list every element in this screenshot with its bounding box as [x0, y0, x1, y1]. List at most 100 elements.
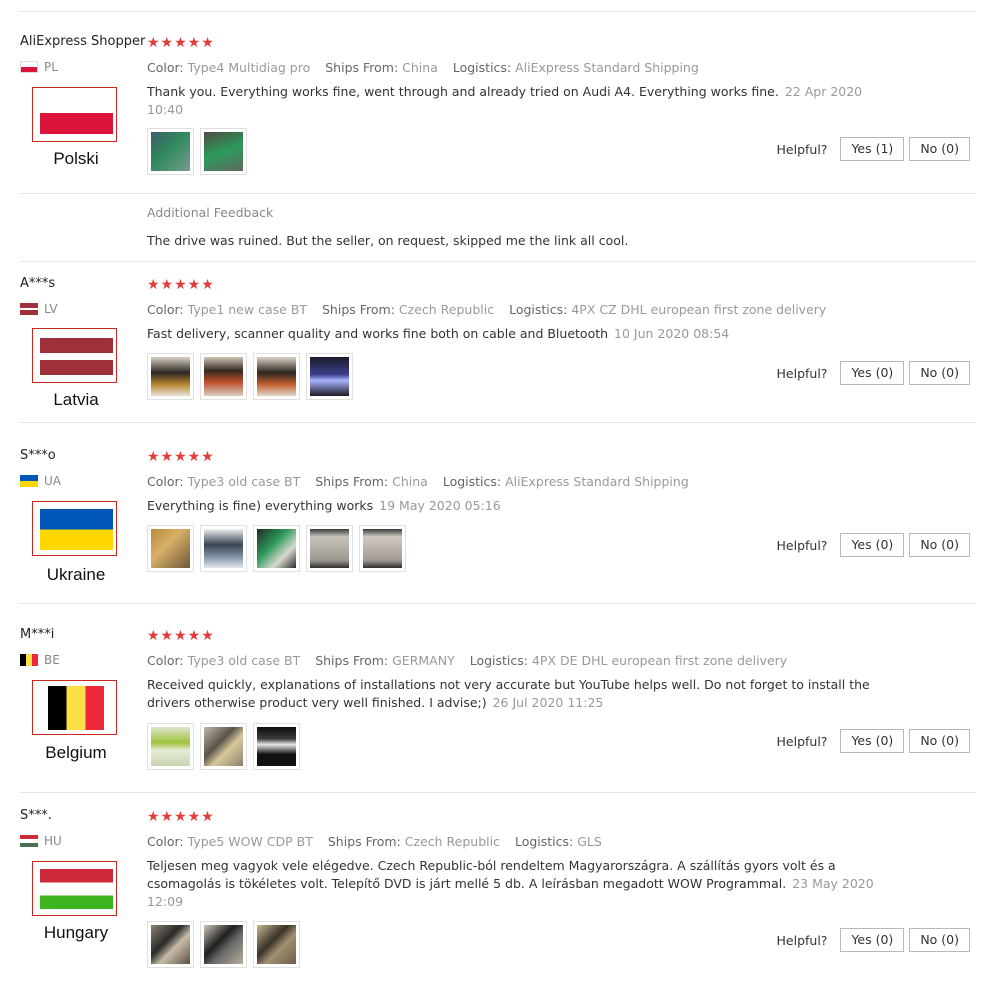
- helpful-yes-button[interactable]: Yes (0): [840, 361, 905, 385]
- helpful-no-button[interactable]: No (0): [909, 928, 970, 952]
- review-meta: Color: Type1 new case BT Ships From: Cze…: [147, 302, 827, 317]
- helpful-label: Helpful?: [776, 365, 828, 381]
- helpful-yes-button[interactable]: Yes (1): [840, 137, 905, 161]
- review-text: Everything is fine) everything works 19 M…: [147, 498, 501, 513]
- review-text: Received quickly, explanations of instal…: [147, 677, 870, 710]
- additional-feedback-label: Additional Feedback: [147, 205, 274, 220]
- review-divider: [20, 261, 976, 262]
- review-photos: [147, 921, 306, 972]
- flag-ua-icon: [40, 509, 113, 550]
- review-photos: [147, 128, 253, 179]
- helpful-yes-button[interactable]: Yes (0): [840, 533, 905, 557]
- review-photo[interactable]: [306, 525, 353, 572]
- flag-highlight-box: [32, 680, 117, 735]
- review-photo[interactable]: [147, 525, 194, 572]
- flag-highlight-box: [32, 501, 117, 556]
- divider: [20, 193, 976, 194]
- reviewer-country: HU: [20, 834, 62, 848]
- flag-hu-icon: [20, 835, 38, 847]
- country-name: Ukraine: [46, 565, 106, 584]
- top-divider: [20, 11, 976, 12]
- helpful-no-button[interactable]: No (0): [909, 361, 970, 385]
- review-divider: [20, 603, 976, 604]
- helpful-yes-button[interactable]: Yes (0): [840, 928, 905, 952]
- helpful-section: Helpful? Yes (0) No (0): [777, 928, 970, 952]
- helpful-section: Helpful? Yes (0) No (0): [777, 533, 970, 557]
- flag-ua-icon: [20, 475, 38, 487]
- review-photo[interactable]: [200, 525, 247, 572]
- review-photo[interactable]: [253, 353, 300, 400]
- helpful-section: Helpful? Yes (1) No (0): [777, 137, 970, 161]
- country-code: UA: [44, 474, 61, 488]
- helpful-no-button[interactable]: No (0): [909, 137, 970, 161]
- review-photo[interactable]: [200, 723, 247, 770]
- country-name: Latvia: [53, 390, 99, 409]
- review-meta: Color: Type4 Multidiag pro Ships From: C…: [147, 60, 699, 75]
- helpful-section: Helpful? Yes (0) No (0): [777, 361, 970, 385]
- reviewer-name: AliExpress Shopper: [20, 34, 146, 49]
- flag-pl-icon: [20, 61, 38, 73]
- reviewer-country: UA: [20, 474, 61, 488]
- review-photo[interactable]: [253, 723, 300, 770]
- star-rating: ★★★★★: [147, 277, 215, 293]
- star-rating: ★★★★★: [147, 449, 215, 465]
- review-photo[interactable]: [200, 128, 247, 175]
- helpful-yes-button[interactable]: Yes (0): [840, 729, 905, 753]
- review-photo[interactable]: [359, 525, 406, 572]
- additional-feedback-text: The drive was ruined. But the seller, on…: [147, 233, 629, 248]
- reviewer-name: A***s: [20, 276, 56, 291]
- helpful-label: Helpful?: [776, 733, 828, 749]
- star-rating: ★★★★★: [147, 35, 215, 51]
- reviewer-country: LV: [20, 302, 58, 316]
- flag-highlight-box: [32, 87, 117, 142]
- flag-highlight-box: [32, 328, 117, 383]
- review-photo[interactable]: [147, 723, 194, 770]
- review-photo[interactable]: [147, 128, 194, 175]
- review-meta: Color: Type3 old case BT Ships From: GER…: [147, 653, 788, 668]
- review-meta: Color: Type5 WOW CDP BT Ships From: Czec…: [147, 834, 602, 849]
- review-photos: [147, 525, 412, 576]
- country-code: BE: [44, 653, 60, 667]
- review-date: 26 Jul 2020 11:25: [492, 695, 604, 710]
- flag-lv-icon: [40, 338, 113, 375]
- country-code: PL: [44, 60, 58, 74]
- country-code: LV: [44, 302, 58, 316]
- review-meta: Color: Type3 old case BT Ships From: Chi…: [147, 474, 689, 489]
- review-text: Fast delivery, scanner quality and works…: [147, 326, 730, 341]
- review-photo[interactable]: [147, 353, 194, 400]
- review-text: Teljesen meg vagyok vele elégedve. Czech…: [147, 858, 874, 909]
- reviewer-country: PL: [20, 60, 58, 74]
- helpful-no-button[interactable]: No (0): [909, 533, 970, 557]
- reviewer-country: BE: [20, 653, 60, 667]
- review-photos: [147, 723, 306, 774]
- review-divider: [20, 792, 976, 793]
- flag-lv-icon: [20, 303, 38, 315]
- flag-highlight-box: [32, 861, 117, 916]
- flag-be-icon: [20, 654, 38, 666]
- reviewer-name: M***i: [20, 627, 55, 642]
- review-photo[interactable]: [200, 353, 247, 400]
- country-code: HU: [44, 834, 62, 848]
- helpful-label: Helpful?: [776, 932, 828, 948]
- review-date: 10 Jun 2020 08:54: [614, 326, 730, 341]
- country-name: Hungary: [43, 923, 109, 942]
- review-photo[interactable]: [200, 921, 247, 968]
- review-text: Thank you. Everything works fine, went t…: [147, 84, 863, 117]
- flag-pl-icon: [40, 96, 113, 134]
- country-name: Polski: [53, 149, 99, 168]
- flag-be-icon: [48, 686, 104, 730]
- helpful-section: Helpful? Yes (0) No (0): [777, 729, 970, 753]
- helpful-label: Helpful?: [776, 537, 828, 553]
- star-rating: ★★★★★: [147, 809, 215, 825]
- flag-hu-icon: [40, 869, 113, 909]
- country-name: Belgium: [45, 743, 107, 762]
- review-photo[interactable]: [147, 921, 194, 968]
- reviewer-name: S***.: [20, 808, 52, 823]
- review-photo[interactable]: [306, 353, 353, 400]
- review-divider: [20, 422, 976, 423]
- helpful-no-button[interactable]: No (0): [909, 729, 970, 753]
- review-photo[interactable]: [253, 921, 300, 968]
- star-rating: ★★★★★: [147, 628, 215, 644]
- review-photo[interactable]: [253, 525, 300, 572]
- helpful-label: Helpful?: [776, 141, 828, 157]
